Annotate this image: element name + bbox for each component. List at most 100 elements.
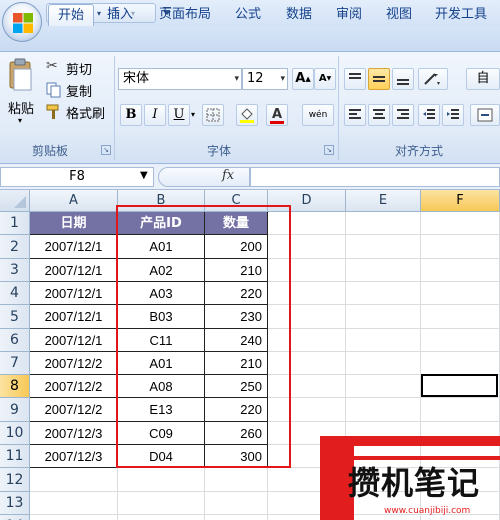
row-header-12[interactable]: 12 — [0, 468, 30, 492]
table-cell[interactable]: 2007/12/3 — [30, 445, 118, 468]
cell-c13[interactable] — [205, 492, 268, 515]
cell-a13[interactable] — [30, 492, 118, 515]
cell-a12[interactable] — [30, 468, 118, 492]
cut-button[interactable]: ✂ 剪切 — [46, 58, 108, 78]
table-cell[interactable]: 2007/12/2 — [30, 352, 118, 375]
tab-developer[interactable]: 开发工具 — [426, 4, 496, 26]
name-box-value: F8 — [69, 169, 85, 184]
cell-e4[interactable] — [346, 282, 421, 305]
row-header-7[interactable]: 7 — [0, 352, 30, 375]
table-cell[interactable]: 2007/12/1 — [30, 259, 118, 282]
table-cell[interactable]: 2007/12/3 — [30, 422, 118, 445]
row-header-1[interactable]: 1 — [0, 212, 30, 235]
wrap-text-button[interactable]: 自 — [466, 68, 500, 90]
align-center-button[interactable] — [368, 104, 390, 126]
font-launcher-icon[interactable]: ↘ — [324, 145, 334, 155]
name-box-dropdown-icon[interactable]: ▼ — [140, 170, 148, 181]
align-top-button[interactable] — [344, 68, 366, 90]
cell-e5[interactable] — [346, 305, 421, 329]
cell-e9[interactable] — [346, 398, 421, 422]
cell-f2[interactable] — [421, 235, 500, 259]
column-header-e[interactable]: E — [346, 190, 421, 212]
office-button[interactable] — [2, 2, 42, 42]
underline-dropdown-icon[interactable]: ▾ — [191, 110, 195, 119]
align-right-button[interactable] — [392, 104, 414, 126]
table-cell[interactable]: 2007/12/1 — [30, 305, 118, 329]
cell-b12[interactable] — [118, 468, 205, 492]
tab-home[interactable]: 开始 — [48, 4, 94, 26]
tab-review[interactable]: 审阅 — [328, 4, 370, 26]
tab-formulas[interactable]: 公式 — [226, 4, 270, 26]
column-header-a[interactable]: A — [30, 190, 118, 212]
grow-font-button[interactable]: A▲ — [292, 68, 314, 90]
italic-button[interactable]: I — [144, 104, 166, 126]
name-box[interactable]: F8 — [0, 167, 154, 187]
borders-button[interactable] — [202, 104, 224, 126]
active-cell-f8[interactable] — [421, 374, 498, 397]
select-all-corner[interactable] — [0, 190, 30, 212]
font-size-combo[interactable]: 12 ▾ — [242, 68, 288, 90]
tab-insert[interactable]: 插入 — [100, 4, 140, 26]
cell-f6[interactable] — [421, 329, 500, 352]
cell-e6[interactable] — [346, 329, 421, 352]
row-header-2[interactable]: 2 — [0, 235, 30, 259]
row-header-8[interactable]: 8 — [0, 375, 30, 398]
format-painter-button[interactable]: 格式刷 — [46, 102, 112, 122]
align-middle-button[interactable] — [368, 68, 390, 90]
clipboard-launcher-icon[interactable]: ↘ — [101, 145, 111, 155]
table-cell[interactable]: 2007/12/2 — [30, 375, 118, 398]
align-middle-icon — [373, 76, 385, 82]
phonetic-button[interactable]: wén — [302, 104, 334, 126]
table-cell[interactable]: 2007/12/1 — [30, 235, 118, 259]
merge-center-button[interactable] — [470, 104, 500, 126]
cell-e2[interactable] — [346, 235, 421, 259]
row-header-11[interactable]: 11 — [0, 445, 30, 468]
tab-view[interactable]: 视图 — [378, 4, 420, 26]
table-header-cell[interactable]: 日期 — [30, 212, 118, 235]
align-left-button[interactable] — [344, 104, 366, 126]
cell-b13[interactable] — [118, 492, 205, 515]
cell-f4[interactable] — [421, 282, 500, 305]
font-name-combo[interactable]: 宋体 ▾ — [118, 68, 242, 90]
row-header-5[interactable]: 5 — [0, 305, 30, 329]
row-header-14[interactable]: 14 — [0, 515, 30, 520]
row-header-4[interactable]: 4 — [0, 282, 30, 305]
cell-f5[interactable] — [421, 305, 500, 329]
cell-f3[interactable] — [421, 259, 500, 282]
copy-button[interactable]: 复制 — [46, 80, 108, 100]
cell-f7[interactable] — [421, 352, 500, 375]
row-header-6[interactable]: 6 — [0, 329, 30, 352]
cell-e3[interactable] — [346, 259, 421, 282]
align-bottom-button[interactable] — [392, 68, 414, 90]
cell-c12[interactable] — [205, 468, 268, 492]
row-header-3[interactable]: 3 — [0, 259, 30, 282]
shrink-font-button[interactable]: A▼ — [314, 68, 336, 90]
fill-color-button[interactable] — [236, 104, 258, 126]
table-cell[interactable]: 2007/12/2 — [30, 398, 118, 422]
orientation-button[interactable]: ▾ — [418, 68, 448, 90]
font-color-button[interactable]: A — [266, 104, 288, 126]
increase-indent-button[interactable] — [442, 104, 464, 126]
cell-b14[interactable] — [118, 515, 205, 520]
table-cell[interactable]: 2007/12/1 — [30, 329, 118, 352]
cell-c14[interactable] — [205, 515, 268, 520]
underline-button[interactable]: U — [168, 104, 190, 126]
paste-button[interactable]: 粘贴 ▾ — [4, 58, 38, 136]
cell-a14[interactable] — [30, 515, 118, 520]
row-header-13[interactable]: 13 — [0, 492, 30, 515]
insert-function-button[interactable]: fx — [222, 168, 242, 186]
decrease-indent-button[interactable] — [418, 104, 440, 126]
row-header-10[interactable]: 10 — [0, 422, 30, 445]
cell-f9[interactable] — [421, 398, 500, 422]
tab-page-layout[interactable]: 页面布局 — [150, 4, 220, 26]
cell-e8[interactable] — [346, 375, 421, 398]
cell-e1[interactable] — [346, 212, 421, 235]
tab-data[interactable]: 数据 — [278, 4, 320, 26]
bold-button[interactable]: B — [120, 104, 142, 126]
row-header-9[interactable]: 9 — [0, 398, 30, 422]
column-header-f[interactable]: F — [421, 190, 500, 212]
formula-input[interactable] — [250, 167, 500, 187]
table-cell[interactable]: 2007/12/1 — [30, 282, 118, 305]
cell-e7[interactable] — [346, 352, 421, 375]
cell-f1[interactable] — [421, 212, 500, 235]
